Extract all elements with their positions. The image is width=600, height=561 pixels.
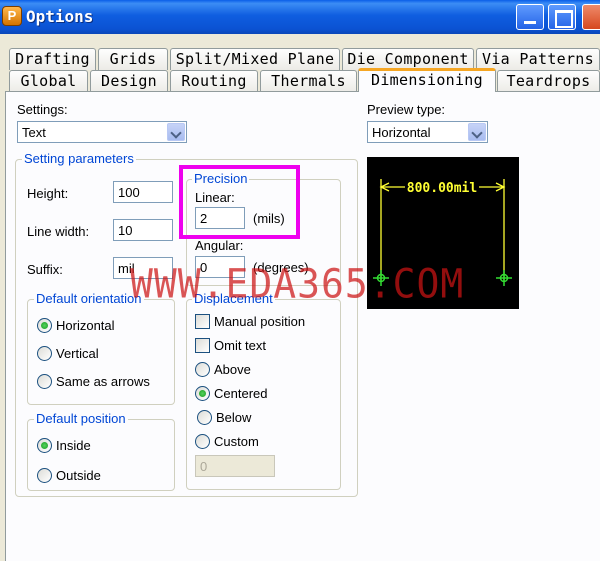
manual-position-checkbox[interactable]	[195, 314, 210, 329]
tab-thermals[interactable]: Thermals	[260, 70, 357, 92]
suffix-input[interactable]: mil	[113, 257, 173, 279]
preview-type-dropdown[interactable]: Horizontal	[367, 121, 488, 143]
displacement-label: Displacement	[192, 291, 275, 306]
horizontal-option-label: Horizontal	[56, 318, 115, 333]
line-width-input[interactable]: 10	[113, 219, 173, 241]
height-label: Height:	[27, 186, 69, 201]
settings-label: Settings:	[17, 102, 68, 117]
default-position-label: Default position	[34, 411, 128, 426]
angular-input[interactable]: 0	[195, 256, 245, 278]
default-orientation-label: Default orientation	[34, 291, 144, 306]
chevron-down-icon[interactable]	[167, 123, 185, 141]
line-width-label: Line width:	[27, 224, 90, 239]
radio-custom[interactable]	[195, 434, 210, 449]
preview-dimension-text: 800.00mil	[407, 181, 477, 196]
tab-grids[interactable]: Grids	[98, 48, 168, 70]
radio-below[interactable]	[197, 410, 212, 425]
radio-same-as-arrows[interactable]	[37, 374, 52, 389]
outside-option-label: Outside	[56, 468, 101, 483]
preview-drawing: 800.00mil	[373, 179, 512, 286]
custom-value-input[interactable]: 0	[195, 455, 275, 477]
radio-outside[interactable]	[37, 468, 52, 483]
maximize-button[interactable]	[548, 4, 576, 30]
height-input[interactable]: 100	[113, 181, 173, 203]
radio-horizontal[interactable]	[37, 318, 52, 333]
angular-label: Angular:	[195, 238, 244, 253]
suffix-label: Suffix:	[27, 262, 63, 277]
tab-global[interactable]: Global	[9, 70, 88, 92]
tab-dimensioning[interactable]: Dimensioning	[358, 68, 496, 92]
app-icon: P	[2, 6, 22, 26]
inside-option-label: Inside	[56, 438, 91, 453]
radio-above[interactable]	[195, 362, 210, 377]
tab-routing[interactable]: Routing	[170, 70, 258, 92]
window-title: Options	[26, 7, 94, 26]
tab-teardrops[interactable]: Teardrops	[497, 70, 600, 92]
dimension-preview: 800.00mil	[367, 157, 519, 309]
preview-type-value: Horizontal	[372, 125, 431, 140]
below-option-label: Below	[216, 410, 252, 425]
tab-via-patterns[interactable]: Via Patterns	[476, 48, 600, 70]
preview-type-label: Preview type:	[367, 102, 446, 117]
same-as-arrows-option-label: Same as arrows	[56, 374, 150, 389]
angular-unit: (degrees)	[253, 260, 309, 275]
minimize-button[interactable]	[516, 4, 544, 30]
custom-option-label: Custom	[214, 434, 259, 449]
above-option-label: Above	[214, 362, 251, 377]
omit-text-label: Omit text	[214, 338, 267, 353]
close-button[interactable]	[582, 4, 600, 30]
tab-drafting[interactable]: Drafting	[9, 48, 96, 70]
tab-split-mixed-plane[interactable]: Split/Mixed Plane	[170, 48, 340, 70]
vertical-option-label: Vertical	[56, 346, 99, 361]
setting-parameters-label: Setting parameters	[22, 151, 136, 166]
title-bar[interactable]: P Options	[0, 0, 600, 34]
radio-vertical[interactable]	[37, 346, 52, 361]
chevron-down-icon[interactable]	[468, 123, 486, 141]
tab-design[interactable]: Design	[90, 70, 168, 92]
manual-position-label: Manual position	[214, 314, 306, 329]
omit-text-checkbox[interactable]	[195, 338, 210, 353]
highlight-box	[179, 165, 300, 239]
radio-centered[interactable]	[195, 386, 210, 401]
settings-dropdown[interactable]: Text	[17, 121, 187, 143]
centered-option-label: Centered	[214, 386, 268, 401]
radio-inside[interactable]	[37, 438, 52, 453]
tab-die-component[interactable]: Die Component	[342, 48, 474, 70]
settings-value: Text	[22, 125, 46, 140]
